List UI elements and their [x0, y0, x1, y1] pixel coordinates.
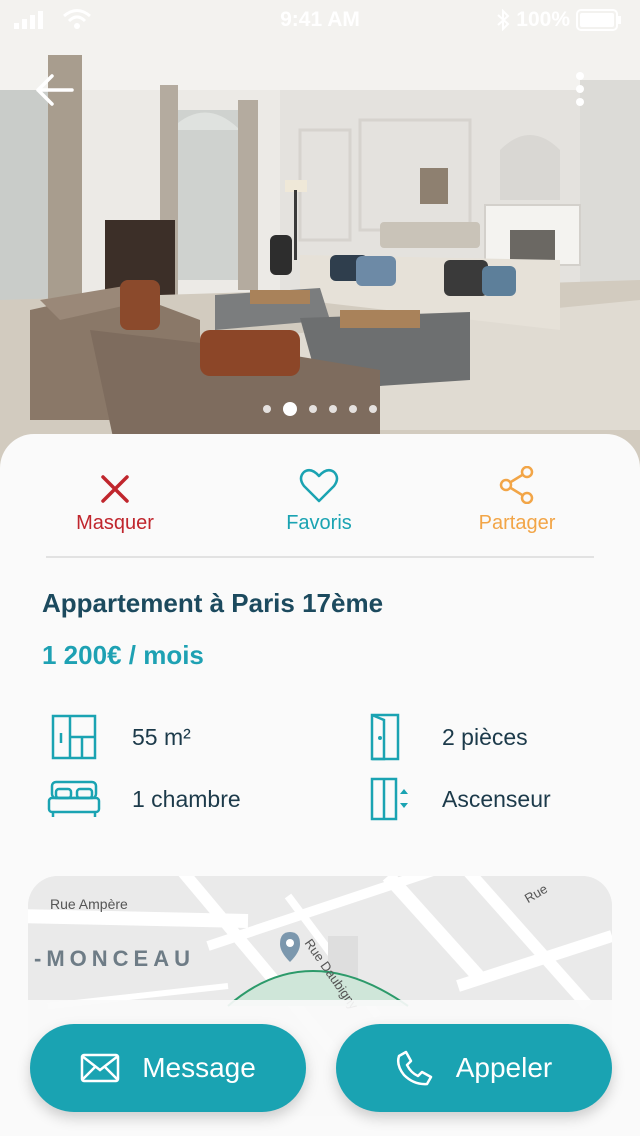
feature-area-label: 55 m² — [132, 723, 191, 750]
divider — [46, 556, 594, 558]
hide-label: Masquer — [76, 512, 154, 534]
message-label: Message — [142, 1052, 256, 1083]
elevator-icon — [370, 777, 408, 821]
battery-percent: 100% — [516, 8, 570, 31]
listing-title: Appartement à Paris 17ème — [42, 588, 384, 618]
share-button[interactable]: Partager — [447, 460, 587, 535]
close-icon — [101, 475, 129, 503]
call-label: Appeler — [455, 1052, 553, 1083]
feature-rooms-label: 2 pièces — [442, 723, 528, 750]
hero-photo[interactable]: 9:41 AM 100% — [0, 0, 640, 470]
bluetooth-icon — [497, 9, 510, 31]
favorite-button[interactable]: Favoris — [249, 460, 389, 535]
message-button[interactable]: Message — [30, 1024, 306, 1112]
heart-icon — [299, 468, 339, 503]
pagination-dot-active[interactable] — [283, 402, 297, 416]
pagination-dot[interactable] — [309, 405, 317, 413]
feature-bedroom-label: 1 chambre — [132, 785, 241, 812]
share-icon — [499, 466, 534, 504]
feature-area: 55 m² — [46, 712, 191, 762]
map-street-ampere: Rue Ampère — [50, 896, 128, 912]
floor-plan-icon — [51, 714, 97, 760]
back-arrow-icon[interactable] — [32, 70, 76, 110]
pagination-dot[interactable] — [263, 405, 271, 413]
share-label: Partager — [478, 512, 556, 534]
feature-elevator: Ascenseur — [356, 774, 551, 824]
status-bar: 9:41 AM 100% — [0, 0, 640, 40]
phone-icon — [396, 1050, 432, 1086]
pagination-dot[interactable] — [329, 405, 337, 413]
feature-elevator-label: Ascenseur — [442, 785, 551, 812]
favorite-label: Favoris — [286, 512, 352, 534]
door-icon — [370, 713, 400, 761]
feature-bedroom: 1 chambre — [46, 774, 241, 824]
more-options-icon[interactable] — [570, 70, 590, 110]
hide-button[interactable]: Masquer — [45, 460, 185, 535]
listing-price: 1 200€ / mois — [42, 640, 204, 670]
pagination-dot[interactable] — [349, 405, 357, 413]
call-button[interactable]: Appeler — [336, 1024, 612, 1112]
feature-rooms: 2 pièces — [356, 712, 528, 762]
bed-icon — [47, 780, 101, 817]
envelope-icon — [80, 1053, 120, 1083]
living-room-photo — [0, 0, 640, 470]
battery-icon — [576, 9, 621, 31]
pagination-dot[interactable] — [369, 405, 377, 413]
map-district-label: -MONCEAU — [34, 946, 195, 971]
gallery-pagination[interactable] — [0, 402, 640, 416]
